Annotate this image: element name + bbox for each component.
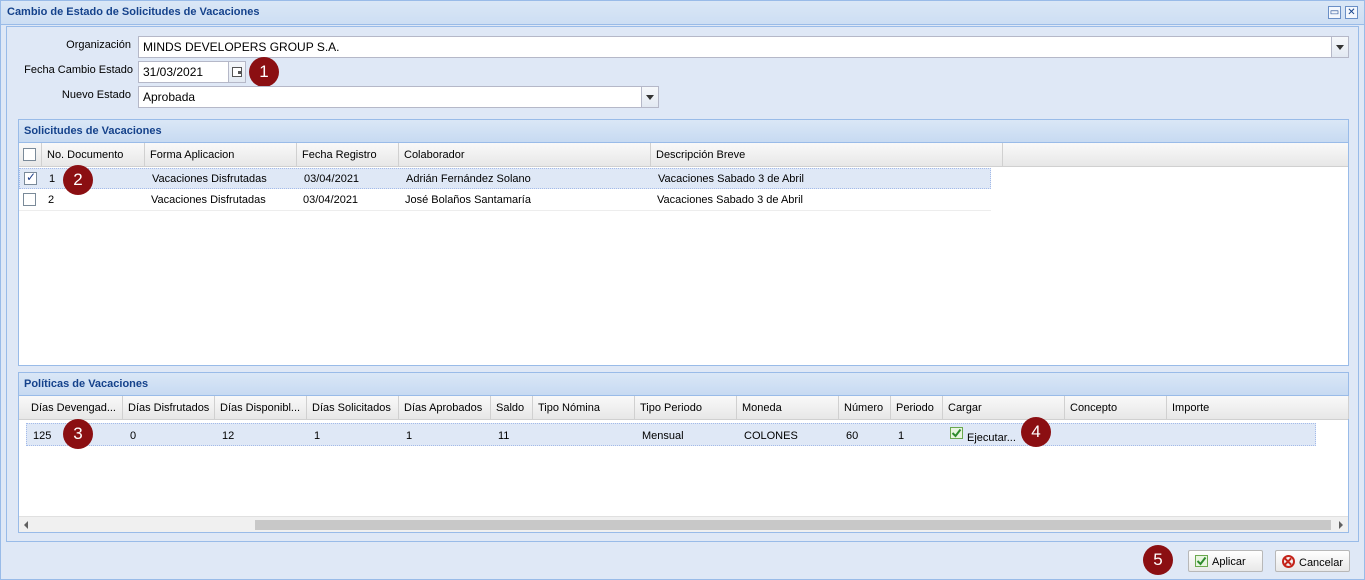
- step-marker-3: 3: [63, 419, 93, 449]
- calendar-trigger[interactable]: [229, 61, 246, 83]
- col-tipo-periodo[interactable]: Tipo Periodo: [635, 396, 737, 419]
- select-all-cell[interactable]: [19, 143, 42, 166]
- table-row[interactable]: 2 Vacaciones Disfrutadas 03/04/2021 José…: [19, 190, 991, 211]
- aplicar-button[interactable]: Aplicar: [1188, 550, 1263, 572]
- politicas-panel: Políticas de Vacaciones Días Devengad...…: [18, 372, 1349, 533]
- cell-numero: 60: [846, 430, 859, 442]
- title-bar: Cambio de Estado de Solicitudes de Vacac…: [1, 1, 1364, 25]
- col-importe[interactable]: Importe: [1167, 396, 1349, 419]
- organizacion-dropdown-trigger[interactable]: [1332, 36, 1349, 58]
- col-numero[interactable]: Número: [839, 396, 891, 419]
- col-no-documento[interactable]: No. Documento: [42, 143, 145, 166]
- scroll-thumb[interactable]: [255, 520, 1331, 530]
- cell-tipo-periodo: Mensual: [642, 430, 684, 442]
- cell-concepto: [1066, 426, 1078, 446]
- estado-dropdown-trigger[interactable]: [642, 86, 659, 108]
- ejecutar-action[interactable]: Ejecutar...: [950, 427, 1016, 444]
- col-dias-disponibles[interactable]: Días Disponibl...: [215, 396, 307, 419]
- col-fecha-registro[interactable]: Fecha Registro: [297, 143, 399, 166]
- cell-descripcion: Vacaciones Sabado 3 de Abril: [657, 194, 803, 206]
- cell-dias-devengados: 125: [33, 430, 52, 442]
- politicas-title: Políticas de Vacaciones: [24, 378, 149, 390]
- col-forma-aplicacion[interactable]: Forma Aplicacion: [145, 143, 297, 166]
- solicitudes-title: Solicitudes de Vacaciones: [24, 125, 162, 137]
- cell-tipo-nomina: [534, 426, 546, 446]
- dialog-body: Organización MINDS DEVELOPERS GROUP S.A.…: [6, 26, 1359, 542]
- politicas-header: Políticas de Vacaciones: [19, 373, 1348, 396]
- step-marker-2: 2: [63, 165, 93, 195]
- cell-forma-aplicacion: Vacaciones Disfrutadas: [151, 194, 266, 206]
- aplicar-label: Aplicar: [1212, 556, 1246, 568]
- cell-saldo: 11: [498, 430, 510, 442]
- calendar-icon: [232, 67, 242, 77]
- row-checkbox[interactable]: [23, 193, 36, 206]
- cell-fecha-registro: 03/04/2021: [303, 194, 359, 206]
- politicas-grid-header: Días Devengad... Días Disfrutados Días D…: [19, 396, 1349, 420]
- cell-no-documento: 1: [49, 173, 56, 185]
- step-marker-1: 1: [249, 57, 279, 87]
- col-concepto[interactable]: Concepto: [1065, 396, 1167, 419]
- col-saldo[interactable]: Saldo: [491, 396, 533, 419]
- col-dias-disfrutados[interactable]: Días Disfrutados: [123, 396, 215, 419]
- check-icon: [950, 427, 963, 439]
- cell-colaborador: José Bolaños Santamaría: [405, 194, 531, 206]
- chevron-down-icon: [646, 95, 654, 100]
- window-title: Cambio de Estado de Solicitudes de Vacac…: [7, 6, 260, 18]
- organizacion-label: Organización: [66, 39, 131, 51]
- row-checkbox[interactable]: [24, 170, 37, 185]
- col-moneda[interactable]: Moneda: [737, 396, 839, 419]
- scroll-left-icon[interactable]: [24, 521, 28, 529]
- cell-descripcion: Vacaciones Sabado 3 de Abril: [658, 173, 804, 185]
- col-tipo-nomina[interactable]: Tipo Nómina: [533, 396, 635, 419]
- table-row[interactable]: 125 0 12 1 1 11 Mensual COLONES 60 1 Eje…: [26, 423, 1316, 446]
- dialog-window: Cambio de Estado de Solicitudes de Vacac…: [0, 0, 1365, 580]
- select-all-checkbox[interactable]: [23, 148, 36, 161]
- cancelar-button[interactable]: Cancelar: [1275, 550, 1350, 572]
- cell-importe: [1168, 426, 1180, 446]
- cell-no-documento: 2: [48, 194, 55, 206]
- cell-dias-solicitados: 1: [314, 430, 321, 442]
- table-row[interactable]: 1 Vacaciones Disfrutadas 03/04/2021 Adri…: [19, 168, 991, 189]
- col-periodo[interactable]: Periodo: [891, 396, 943, 419]
- fecha-field[interactable]: 31/03/2021: [138, 61, 229, 83]
- solicitudes-panel: Solicitudes de Vacaciones No. Documento …: [18, 119, 1349, 366]
- cell-dias-disfrutados: 0: [130, 430, 137, 442]
- restore-icon[interactable]: ▭: [1328, 6, 1341, 19]
- solicitudes-header: Solicitudes de Vacaciones: [19, 120, 1348, 143]
- step-marker-4: 4: [1021, 417, 1051, 447]
- estado-combo[interactable]: Aprobada: [138, 86, 642, 108]
- col-dias-solicitados[interactable]: Días Solicitados: [307, 396, 399, 419]
- check-icon: [1195, 555, 1208, 567]
- chevron-down-icon: [1336, 45, 1344, 50]
- scroll-right-icon[interactable]: [1339, 521, 1343, 529]
- cell-dias-disponibles: 12: [222, 430, 235, 442]
- cell-dias-aprobados: 1: [406, 430, 413, 442]
- ejecutar-label[interactable]: Ejecutar...: [967, 432, 1016, 444]
- fecha-label: Fecha Cambio Estado: [24, 64, 133, 76]
- cell-colaborador: Adrián Fernández Solano: [406, 173, 531, 185]
- col-dias-aprobados[interactable]: Días Aprobados: [399, 396, 491, 419]
- cell-moneda: COLONES: [744, 430, 798, 442]
- cell-forma-aplicacion: Vacaciones Disfrutadas: [152, 173, 267, 185]
- cancel-icon: [1282, 555, 1295, 568]
- estado-label: Nuevo Estado: [61, 89, 131, 101]
- col-descripcion-breve[interactable]: Descripción Breve: [651, 143, 1003, 166]
- col-cargar[interactable]: Cargar: [943, 396, 1065, 419]
- close-icon[interactable]: ✕: [1345, 6, 1358, 19]
- organizacion-combo[interactable]: MINDS DEVELOPERS GROUP S.A.: [138, 36, 1332, 58]
- solicitudes-grid-header: No. Documento Forma Aplicacion Fecha Reg…: [19, 143, 1348, 167]
- horizontal-scrollbar[interactable]: [19, 516, 1348, 532]
- col-dias-devengados[interactable]: Días Devengad...: [26, 396, 123, 419]
- cell-fecha-registro: 03/04/2021: [304, 173, 360, 185]
- cancelar-label: Cancelar: [1299, 557, 1344, 569]
- step-marker-5: 5: [1143, 545, 1173, 575]
- cell-periodo: 1: [898, 430, 905, 442]
- col-colaborador[interactable]: Colaborador: [399, 143, 651, 166]
